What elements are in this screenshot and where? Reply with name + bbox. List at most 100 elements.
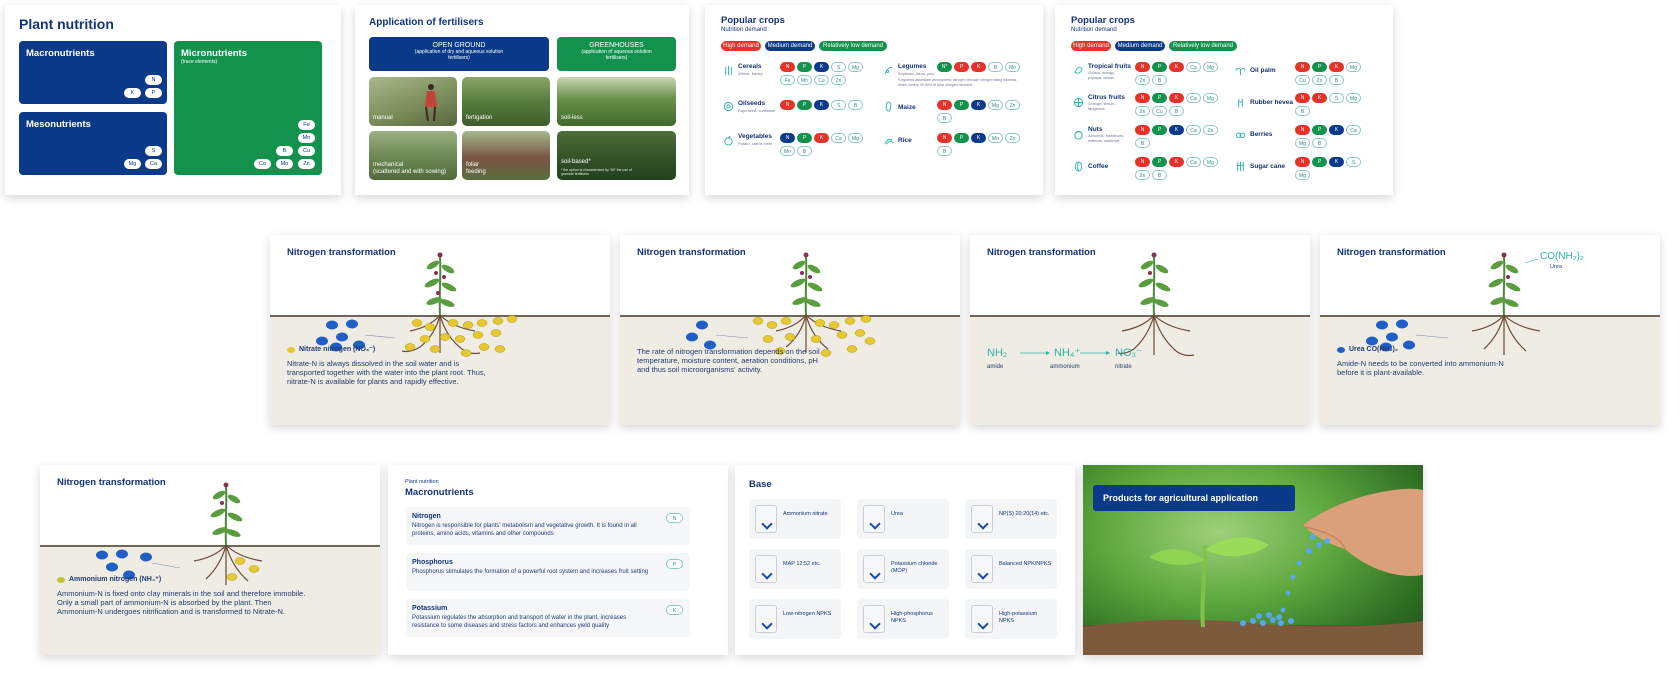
nitrate-formula: NO₃⁻ [1115,347,1142,359]
slide-nitrogen-nitrate[interactable]: Nitrogen transformation Nitrate nitrogen… [270,235,610,425]
demand-badge: B [937,113,952,123]
wheat-icon [725,65,732,76]
photo-fertigation: fertigation [462,77,550,126]
demand-badge: Mg [848,133,863,143]
demand-badge: Mg [1346,93,1361,103]
box-desc: (application of dry and aqueous solution… [414,49,504,61]
nutrient-text: Potassium regulates the absorption and t… [412,615,627,629]
slide-application-of-fertilisers[interactable]: Application of fertilisers OPEN GROUND (… [355,5,689,195]
demand-badge: N [1295,157,1310,167]
slide-popular-crops-1[interactable]: Popular crops Nutrition demand High dema… [705,5,1043,195]
demand-badge: Cu [814,75,829,85]
demand-badge: P [954,133,969,143]
slide-title: Plant nutrition [19,16,114,32]
photo-foliar-feeding: foliar feeding [462,131,550,180]
urea-legend-dot [1337,347,1345,353]
box-subtitle: (trace elements) [181,59,218,65]
crop-name: Cereals [738,63,762,70]
tropical-fruit-icon [1074,67,1083,74]
demand-badge: N* [937,62,952,72]
element-badge: Mg [124,159,141,169]
nutrient-badge: K [666,605,683,615]
product-card: Ammonium nitrate [749,499,841,539]
slide-macronutrients[interactable]: Plant nutrition Macronutrients Nitrogen … [388,465,728,655]
demand-badge: S [1329,93,1344,103]
product-label: High-phosphorus NPKS [891,611,933,624]
product-label: Urea [891,511,903,517]
demand-badge: P [954,100,969,110]
rubber-tree-icon [1238,98,1243,108]
demand-badge: Mg [848,62,863,72]
demand-badge: B [937,146,952,156]
demand-badge: N [937,100,952,110]
slide-plant-nutrition[interactable]: Plant nutrition Macronutrients N K P Mes… [5,5,341,195]
photo-caption: foliar feeding [466,162,486,175]
demand-badge: Fe [780,75,795,85]
open-ground-box: OPEN GROUND (application of dry and aque… [369,37,549,71]
fertiliser-bag-icon [863,555,885,583]
nutrient-name: Phosphorus [412,559,453,566]
demand-badge: Ca [1186,62,1201,72]
demand-badge: N [1135,62,1150,72]
demand-badge: Mg [1295,170,1310,180]
crop-name: Berries [1250,131,1273,138]
crop-sub: Wheat, barley [738,71,763,76]
demand-badge: K [1312,93,1327,103]
demand-badge: B [1312,138,1327,148]
fertiliser-bag-icon [971,605,993,633]
berries-icon [1235,132,1246,139]
demand-badge: K [1169,93,1184,103]
slide-nitrogen-rate[interactable]: Nitrogen transformation The rate of nitr… [620,235,960,425]
slide-text: Nitrate-N is always dissolved in the soi… [287,359,486,386]
demand-badge: Mo [1005,62,1020,72]
breadcrumb: Plant nutrition [405,479,439,485]
slide-nitrogen-urea[interactable]: Nitrogen transformation CO(NH₂)₂ Urea Ur… [1320,235,1660,425]
box-title: Macronutrients [26,48,95,59]
photo-caption: soil-less [561,115,583,121]
product-label: High-potassium NPKS [999,611,1038,624]
demand-badge: K [971,100,986,110]
legume-icon [884,66,893,75]
demand-badge: K [814,133,829,143]
sugar-cane-icon [1236,161,1245,172]
product-card: High-potassium NPKS [965,599,1057,639]
demand-badge: K [1169,62,1184,72]
product-card: Potassium chloride (MOP) [857,549,949,589]
demand-badge: Ca [1346,125,1361,135]
nutrient-text: Nitrogen is responsible for plants' meta… [412,523,637,537]
demand-badge: Ca [831,133,846,143]
slide-nitrogen-chain[interactable]: Nitrogen transformation NH₂ NH₄⁺ NO₃⁻ am… [970,235,1310,425]
demand-badge: P [797,100,812,110]
demand-badge: K [814,62,829,72]
demand-badge: P [1152,157,1167,167]
element-badge: Fe [298,120,315,130]
product-label: NP(S) 20:20(14) etc. [999,511,1050,517]
citrus-icon [1073,97,1084,108]
slide-products-photo[interactable]: Products for agricultural application [1083,465,1423,655]
demand-badge: N [780,62,795,72]
legend-high-demand: High demand [721,41,761,51]
crop-sub: Rapeseed, sunflower [738,108,776,113]
oil-palm-icon [1235,67,1246,76]
ammonium-formula: NH₄⁺ [1054,347,1081,359]
demand-badge: Cu [1295,75,1310,85]
ammonium-label: ammonium [1050,364,1080,370]
demand-badge: B [1152,75,1167,85]
mesonutrients-box: Mesonutrients S Mg Ca [19,112,167,175]
slide-base-products[interactable]: Base Ammonium nitrate Urea NP(S) 20:20(1… [735,465,1075,655]
demand-badge: N [1295,125,1310,135]
nutrient-card: Potassium Potassium regulates the absorp… [406,599,690,637]
slide-popular-crops-2[interactable]: Popular crops Nutrition demand High dema… [1055,5,1393,195]
demand-badge: P [1312,125,1327,135]
demand-badge: Zn [831,75,846,85]
fertiliser-bag-icon [863,605,885,633]
legumes-note: *Legumes assimilate atmospheric nitrogen… [898,78,1018,87]
plant-illustration [1366,252,1541,355]
fertiliser-bag-icon [863,505,885,533]
legend-label: Nitrate nitrogen (NO₃⁻) [299,346,376,353]
plant-illustration [96,482,263,585]
element-badge: Cu [298,146,315,156]
demand-badge: Zn [1135,106,1150,116]
slide-nitrogen-ammonium[interactable]: Nitrogen transformation Ammonium nitroge… [40,465,380,655]
demand-badge: Zn [1135,75,1150,85]
